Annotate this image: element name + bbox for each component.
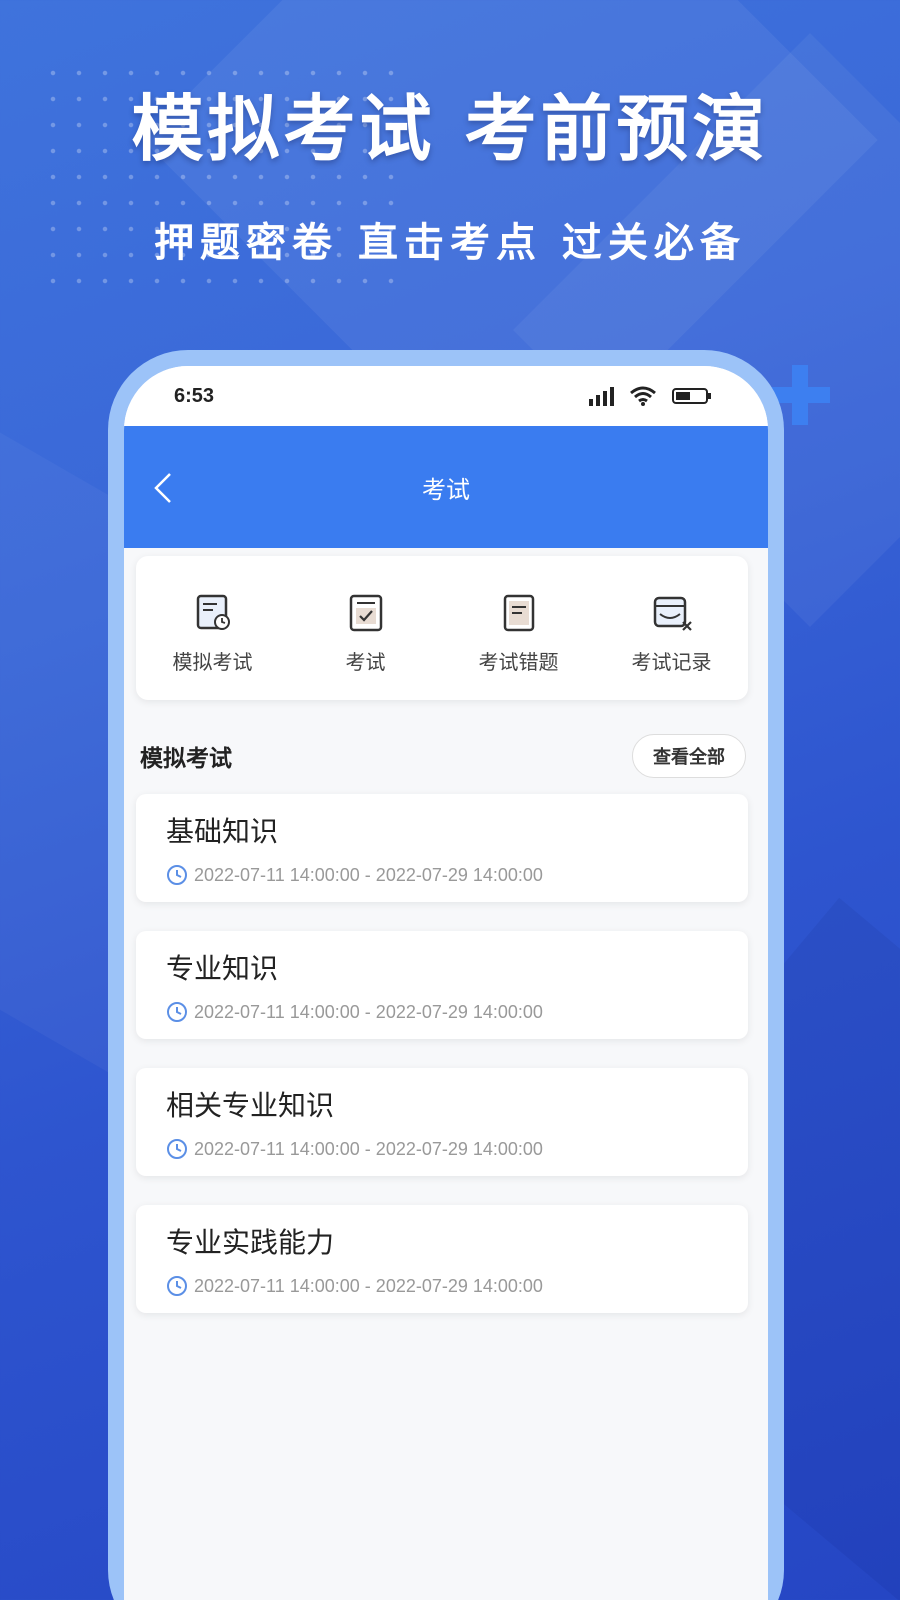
exam-card[interactable]: 相关专业知识 2022-07-11 14:00:00 - 2022-07-29 … [136,1068,748,1176]
wrong-questions-icon [503,594,534,632]
status-bar: 6:53 [124,366,768,426]
exam-time: 2022-07-11 14:00:00 - 2022-07-29 14:00:0… [194,1275,543,1296]
nav-bar: 考试 [124,426,768,548]
exam-list: 基础知识 2022-07-11 14:00:00 - 2022-07-29 14… [136,794,748,1342]
exam-time-row: 2022-07-11 14:00:00 - 2022-07-29 14:00:0… [166,1275,718,1297]
exam-card[interactable]: 专业实践能力 2022-07-11 14:00:00 - 2022-07-29 … [136,1205,748,1313]
exam-name: 相关专业知识 [166,1089,335,1122]
clock-icon [167,1002,187,1022]
page-title: 考试 [422,475,470,504]
promo-headline: 模拟考试 考前预演 [131,87,769,171]
clock-icon [167,1276,187,1296]
menu-label: 考试记录 [631,650,712,674]
section-header: 模拟考试 查看全部 [140,732,746,780]
signal-icon [589,387,614,406]
menu-label: 考试 [345,650,386,674]
phone-screen: 6:53 考试 模拟考试 考试 考试错题 考试记录 模拟考试 查看全部 基础知识… [124,366,768,1600]
status-icons [588,386,712,406]
exam-time-row: 2022-07-11 14:00:00 - 2022-07-29 14:00:0… [166,864,718,886]
menu-label: 考试错题 [478,650,559,674]
menu-item-mock-exam[interactable]: 模拟考试 [136,556,289,700]
wifi-icon [630,386,656,406]
exam-name: 专业知识 [166,952,279,985]
chevron-left-icon [154,473,171,503]
exam-time: 2022-07-11 14:00:00 - 2022-07-29 14:00:0… [194,1138,543,1159]
status-time: 6:53 [174,384,215,407]
mock-exam-icon [196,594,230,630]
exam-name: 专业实践能力 [166,1226,335,1259]
exam-check-icon [349,594,382,632]
menu-item-wrong-questions[interactable]: 考试错题 [442,556,595,700]
section-title: 模拟考试 [140,746,232,772]
exam-time: 2022-07-11 14:00:00 - 2022-07-29 14:00:0… [194,864,543,885]
exam-time-row: 2022-07-11 14:00:00 - 2022-07-29 14:00:0… [166,1001,718,1023]
menu-item-exam[interactable]: 考试 [289,556,442,700]
exam-name: 基础知识 [166,815,279,848]
exam-time-row: 2022-07-11 14:00:00 - 2022-07-29 14:00:0… [166,1138,718,1160]
exam-time: 2022-07-11 14:00:00 - 2022-07-29 14:00:0… [194,1001,543,1022]
exam-record-icon [653,596,692,631]
exam-menu-card: 模拟考试 考试 考试错题 考试记录 [136,556,748,700]
exam-card[interactable]: 基础知识 2022-07-11 14:00:00 - 2022-07-29 14… [136,794,748,902]
clock-icon [167,865,187,885]
menu-label: 模拟考试 [172,650,253,674]
view-all-button[interactable]: 查看全部 [632,734,746,778]
exam-card[interactable]: 专业知识 2022-07-11 14:00:00 - 2022-07-29 14… [136,931,748,1039]
clock-icon [167,1139,187,1159]
menu-item-exam-record[interactable]: 考试记录 [595,556,748,700]
battery-icon [672,388,711,404]
promo-subline: 押题密卷 直击考点 过关必备 [154,220,746,266]
back-button[interactable] [146,470,182,506]
